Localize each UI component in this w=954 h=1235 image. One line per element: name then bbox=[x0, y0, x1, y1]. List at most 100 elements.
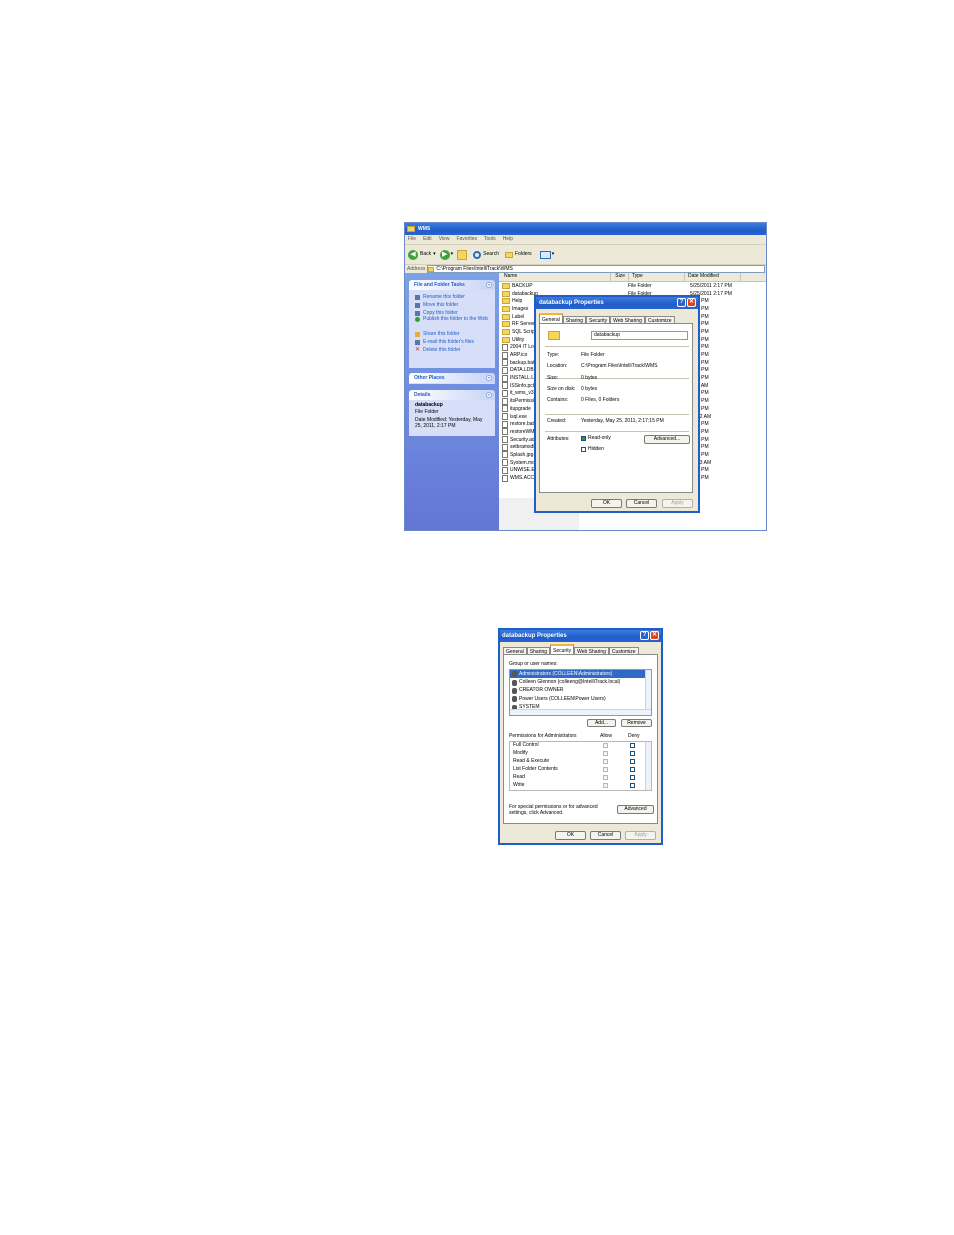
other-places-title: Other Places bbox=[414, 375, 445, 381]
task-icon bbox=[415, 294, 420, 300]
details-header[interactable]: Details « bbox=[409, 390, 495, 400]
task-item[interactable]: Move this folder bbox=[409, 301, 495, 309]
menu-item[interactable]: File bbox=[408, 237, 416, 242]
cancel-button[interactable]: Cancel bbox=[626, 499, 657, 508]
toolbar: ◀ Back ▾ ▶ ▾ Search Folders ▾ bbox=[405, 244, 766, 264]
views-button[interactable]: ▾ bbox=[539, 250, 554, 259]
close-button[interactable]: ✕ bbox=[650, 631, 659, 640]
allow-checkbox[interactable] bbox=[603, 751, 608, 756]
tab-panel: databackup Attributes: Read-only Hidden … bbox=[539, 323, 693, 493]
readonly-checkbox[interactable]: Read-only bbox=[581, 436, 611, 441]
vertical-scrollbar[interactable] bbox=[645, 742, 651, 790]
allow-checkbox[interactable] bbox=[603, 759, 608, 764]
deny-checkbox[interactable] bbox=[630, 751, 635, 756]
task-label: Publish this folder to the Web bbox=[423, 316, 488, 322]
apply-button[interactable]: Apply bbox=[625, 831, 656, 840]
column-date[interactable]: Date Modified bbox=[685, 273, 741, 281]
menu-item[interactable]: Favorites bbox=[456, 237, 477, 242]
permission-name: Modify bbox=[513, 750, 528, 756]
file-icon bbox=[502, 382, 508, 390]
user-row[interactable]: Colleen Glennon (colleeng@IntelliTrack.l… bbox=[510, 678, 645, 686]
file-icon bbox=[502, 359, 508, 367]
deny-checkbox[interactable] bbox=[630, 743, 635, 748]
horizontal-scrollbar[interactable] bbox=[510, 709, 651, 715]
task-label: Share this folder bbox=[423, 330, 460, 337]
ok-button[interactable]: OK bbox=[591, 499, 622, 508]
forward-button[interactable]: ▶ ▾ bbox=[439, 249, 453, 260]
column-type[interactable]: Type bbox=[629, 273, 685, 281]
expand-chevron-icon[interactable]: » bbox=[486, 375, 492, 381]
user-row[interactable]: Administrators (COLLEEN\Administrators) bbox=[510, 670, 645, 679]
permission-row: Special Permissions bbox=[510, 790, 643, 791]
other-places-header[interactable]: Other Places » bbox=[409, 373, 495, 383]
details-kind: File Folder bbox=[415, 409, 439, 415]
allow-checkbox[interactable] bbox=[603, 743, 608, 748]
apply-button[interactable]: Apply bbox=[662, 499, 693, 508]
task-label: E-mail this folder's files bbox=[423, 338, 474, 345]
permission-name: Full Control bbox=[513, 742, 539, 748]
file-folder-tasks-header[interactable]: File and Folder Tasks « bbox=[409, 280, 495, 290]
allow-checkbox[interactable] bbox=[603, 775, 608, 780]
user-icon bbox=[512, 671, 517, 678]
hidden-checkbox[interactable]: Hidden bbox=[581, 447, 604, 452]
file-icon bbox=[502, 474, 508, 482]
task-item[interactable]: Rename this folder bbox=[409, 293, 495, 301]
task-item[interactable]: E-mail this folder's files bbox=[409, 338, 495, 346]
menu-item[interactable]: Help bbox=[503, 237, 513, 242]
task-item[interactable]: Publish this folder to the Web bbox=[409, 317, 495, 330]
permission-name: Read & Execute bbox=[513, 758, 550, 764]
remove-button[interactable]: Remove bbox=[621, 719, 652, 727]
menu-item[interactable]: Edit bbox=[423, 237, 432, 242]
help-button[interactable]: ? bbox=[677, 298, 686, 307]
file-name: Label bbox=[512, 313, 525, 320]
collapse-chevron-icon[interactable]: « bbox=[486, 282, 492, 288]
properties-dialog-general: databackup Properties ? ✕ General Sharing… bbox=[534, 295, 700, 513]
deny-checkbox[interactable] bbox=[630, 783, 635, 788]
permissions-list: Full Control Modify Read & Execute List Fol… bbox=[509, 741, 652, 791]
close-button[interactable]: ✕ bbox=[687, 298, 696, 307]
advanced-button[interactable]: Advanced bbox=[617, 805, 654, 814]
deny-checkbox[interactable] bbox=[630, 775, 635, 780]
menu-item[interactable]: View bbox=[439, 237, 450, 242]
deny-checkbox[interactable] bbox=[630, 767, 635, 772]
cancel-button[interactable]: Cancel bbox=[590, 831, 621, 840]
file-icon bbox=[502, 413, 508, 421]
user-row[interactable]: CREATOR OWNER bbox=[510, 687, 645, 695]
deny-checkbox[interactable] bbox=[630, 759, 635, 764]
column-name[interactable]: Name bbox=[499, 273, 611, 281]
column-size[interactable]: Size bbox=[611, 273, 629, 281]
separator bbox=[545, 431, 689, 432]
users-list[interactable]: Administrators (COLLEEN\Administrators) C… bbox=[509, 669, 652, 716]
task-item[interactable]: ✕ Delete this folder bbox=[409, 346, 495, 354]
allow-checkbox[interactable] bbox=[603, 783, 608, 788]
add-button[interactable]: Add... bbox=[587, 719, 616, 727]
vertical-scrollbar[interactable] bbox=[645, 670, 651, 709]
task-item[interactable]: Share this folder bbox=[409, 330, 495, 338]
file-row[interactable]: BACKUP File Folder 5/25/2011 2:17 PM bbox=[502, 282, 766, 290]
up-folder-button[interactable] bbox=[457, 249, 468, 260]
collapse-chevron-icon[interactable]: « bbox=[486, 392, 492, 398]
ok-button[interactable]: OK bbox=[555, 831, 586, 840]
task-icon bbox=[415, 302, 420, 308]
address-field[interactable]: C:\Program Files\IntelliTrack\WMS bbox=[427, 265, 765, 273]
file-icon bbox=[502, 374, 508, 382]
menu-item[interactable]: Tools bbox=[484, 237, 496, 242]
help-button[interactable]: ? bbox=[640, 631, 649, 640]
back-button[interactable]: ◀ Back ▾ bbox=[408, 249, 436, 260]
folders-button[interactable]: Folders bbox=[505, 251, 532, 258]
user-icon bbox=[512, 687, 517, 694]
user-name: Colleen Glennon (colleeng@IntelliTrack.l… bbox=[519, 679, 621, 686]
dialog-titlebar[interactable]: databackup Properties ? ✕ bbox=[500, 630, 661, 642]
search-button[interactable]: Search bbox=[473, 250, 499, 259]
readonly-label: Read-only bbox=[588, 435, 611, 441]
allow-checkbox[interactable] bbox=[603, 767, 608, 772]
field-value: Yesterday, May 25, 2011, 2:17:15 PM bbox=[581, 418, 664, 424]
user-row[interactable]: Power Users (COLLEEN\Power Users) bbox=[510, 695, 645, 703]
advanced-button[interactable]: Advanced... bbox=[644, 435, 690, 444]
explorer-titlebar[interactable]: WMS bbox=[405, 223, 766, 235]
dialog-titlebar[interactable]: databackup Properties ? ✕ bbox=[536, 297, 698, 309]
delete-icon: ✕ bbox=[415, 346, 421, 353]
file-type: File Folder bbox=[628, 282, 652, 289]
folder-name-field[interactable]: databackup bbox=[591, 331, 688, 340]
file-icon bbox=[502, 405, 508, 413]
